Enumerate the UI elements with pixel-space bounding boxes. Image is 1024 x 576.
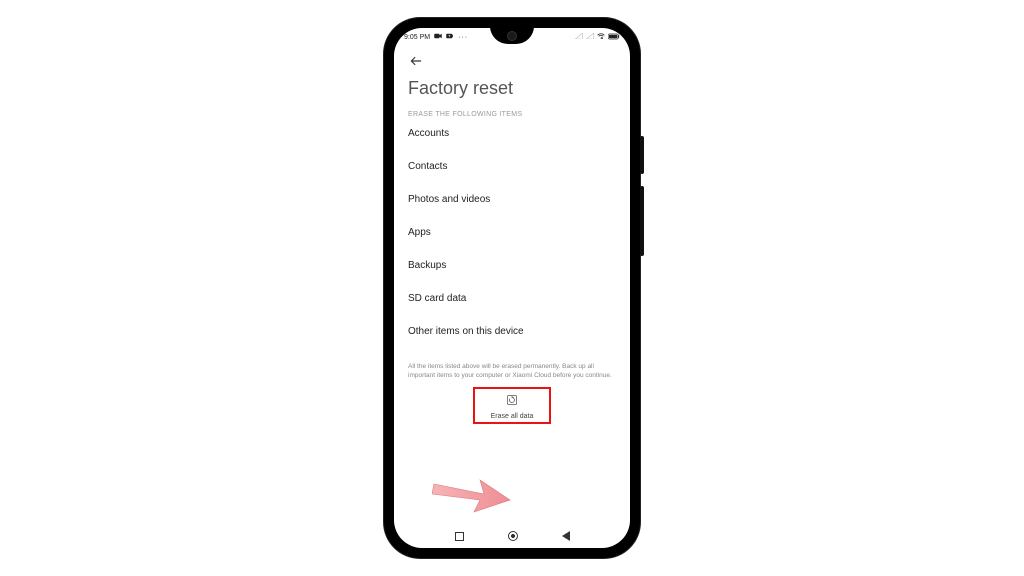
recents-button[interactable] — [455, 532, 464, 541]
signal-icon — [586, 33, 594, 41]
wifi-icon — [597, 33, 605, 41]
phone-side-button — [640, 186, 644, 256]
list-item: SD card data — [408, 293, 616, 304]
section-subheader: ERASE THE FOLLOWING ITEMS — [408, 111, 616, 118]
screen: 9:05 PM ··· — [394, 28, 630, 548]
erase-button-label: Erase all data — [491, 413, 534, 420]
video-icon — [434, 33, 442, 41]
back-icon[interactable] — [408, 54, 424, 68]
android-nav-bar — [394, 524, 630, 548]
list-item: Contacts — [408, 161, 616, 172]
back-button[interactable] — [562, 531, 570, 541]
status-time: 9:05 PM — [404, 34, 430, 41]
battery-icon — [608, 33, 620, 42]
list-item: Apps — [408, 227, 616, 238]
reset-icon — [506, 393, 518, 411]
list-item: Photos and videos — [408, 194, 616, 205]
phone-side-button — [640, 136, 644, 174]
list-item: Accounts — [408, 128, 616, 139]
erase-items-list: Accounts Contacts Photos and videos Apps… — [408, 128, 616, 337]
page-title: Factory reset — [408, 78, 616, 99]
callout-arrow-icon — [432, 472, 512, 514]
erase-all-data-button[interactable]: Erase all data — [473, 387, 552, 424]
list-item: Backups — [408, 260, 616, 271]
list-item: Other items on this device — [408, 326, 616, 337]
home-button[interactable] — [508, 531, 518, 541]
signal-icon — [575, 33, 583, 41]
battery-saver-icon — [446, 33, 454, 41]
more-icon: ··· — [458, 34, 468, 41]
phone-mockup: 9:05 PM ··· — [384, 18, 640, 558]
footer-note: All the items listed above will be erase… — [408, 363, 616, 381]
